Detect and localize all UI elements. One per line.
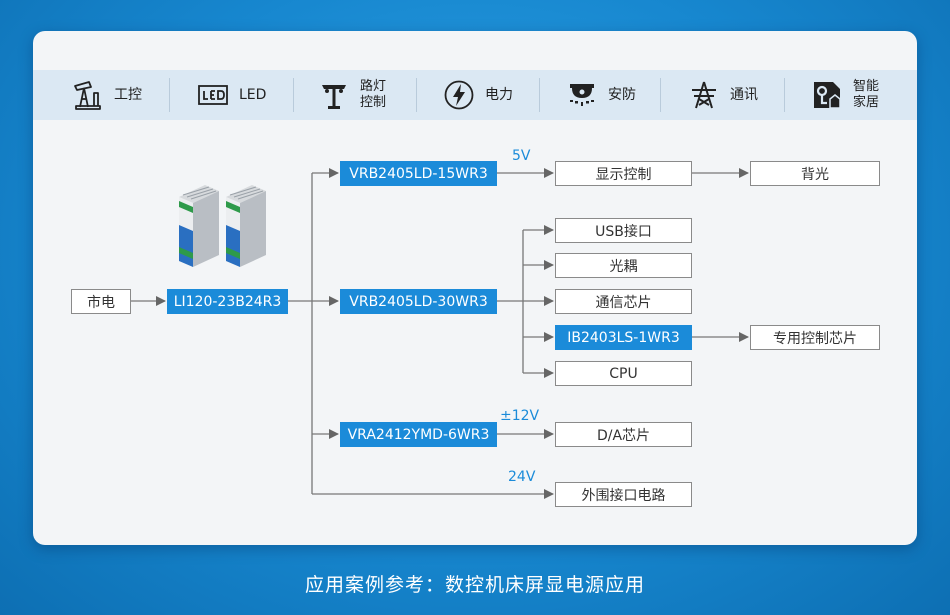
comm-chip-box: 通信芯片 [555, 289, 692, 314]
ext-circuit-box: 外围接口电路 [555, 482, 692, 507]
dedicated-chip-box: 专用控制芯片 [750, 325, 880, 350]
dcdc-module-box-1: VRB2405LD-15WR3 [340, 161, 497, 186]
dcdc-module-box-3: VRA2412YMD-6WR3 [340, 422, 497, 447]
page-caption: 应用案例参考：数控机床屏显电源应用 [304, 574, 645, 596]
voltage-label-24v: 24V [508, 469, 536, 485]
mains-box: 市电 [71, 289, 131, 314]
power-supply-product-image [179, 185, 219, 267]
voltage-label-pm12v: ±12V [500, 408, 540, 424]
power-supply-product-image [226, 185, 266, 267]
optocoupler-box: 光耦 [555, 253, 692, 278]
voltage-label-5v: 5V [512, 148, 531, 164]
cpu-box: CPU [555, 361, 692, 386]
acdc-module-box: LI120-23B24R3 [167, 289, 288, 314]
isolator-module-box: IB2403LS-1WR3 [555, 325, 692, 350]
usb-interface-box: USB接口 [555, 218, 692, 243]
display-control-box: 显示控制 [555, 161, 692, 186]
da-chip-box: D/A芯片 [555, 422, 692, 447]
dcdc-module-box-2: VRB2405LD-30WR3 [340, 289, 497, 314]
backlight-box: 背光 [750, 161, 880, 186]
